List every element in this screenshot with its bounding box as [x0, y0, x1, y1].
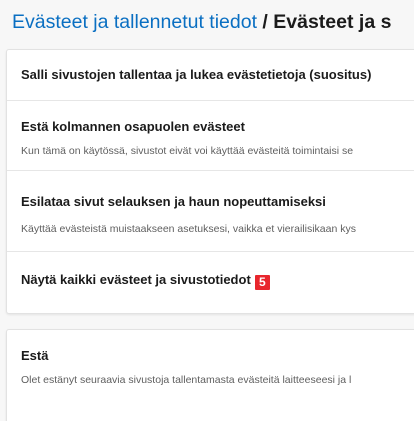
breadcrumb: Evästeet ja tallennetut tiedot / Evästee…: [12, 10, 391, 34]
block-third-party-title: Estä kolmannen osapuolen evästeet: [21, 119, 245, 134]
allow-cookies-setting[interactable]: Salli sivustojen tallentaa ja lukea eväs…: [7, 50, 414, 100]
breadcrumb-current: Evästeet ja s: [273, 11, 392, 33]
cookie-settings-card: Salli sivustojen tallentaa ja lukea eväs…: [6, 49, 414, 314]
breadcrumb-separator: /: [257, 11, 274, 33]
show-all-cookies-label: Näytä kaikki evästeet ja sivustotiedot: [21, 272, 251, 287]
show-all-cookies-link[interactable]: Näytä kaikki evästeet ja sivustotiedot 5: [7, 252, 414, 313]
breadcrumb-parent-link[interactable]: Evästeet ja tallennetut tiedot: [12, 11, 257, 33]
block-section-description: Olet estänyt seuraavia sivustoja tallent…: [21, 374, 352, 386]
block-third-party-description: Kun tämä on käytössä, sivustot eivät voi…: [21, 145, 354, 157]
block-list-card: Estä Olet estänyt seuraavia sivustoja ta…: [6, 329, 414, 421]
block-section-title: Estä: [21, 348, 49, 363]
settings-page: Evästeet ja tallennetut tiedot / Evästee…: [0, 0, 414, 421]
preload-pages-setting[interactable]: Esilataa sivut selauksen ja haun nopeutt…: [7, 171, 414, 251]
preload-pages-title: Esilataa sivut selauksen ja haun nopeutt…: [21, 194, 326, 209]
block-section: Estä Olet estänyt seuraavia sivustoja ta…: [7, 330, 414, 421]
preload-pages-description: Käyttää evästeistä muistaakseen asetukse…: [21, 223, 356, 235]
block-third-party-setting[interactable]: Estä kolmannen osapuolen evästeet Kun tä…: [7, 101, 414, 170]
step-number-badge: 5: [254, 275, 270, 290]
show-all-cookies-title: Näytä kaikki evästeet ja sivustotiedot 5: [21, 272, 270, 290]
allow-cookies-title: Salli sivustojen tallentaa ja lukea eväs…: [21, 67, 372, 82]
